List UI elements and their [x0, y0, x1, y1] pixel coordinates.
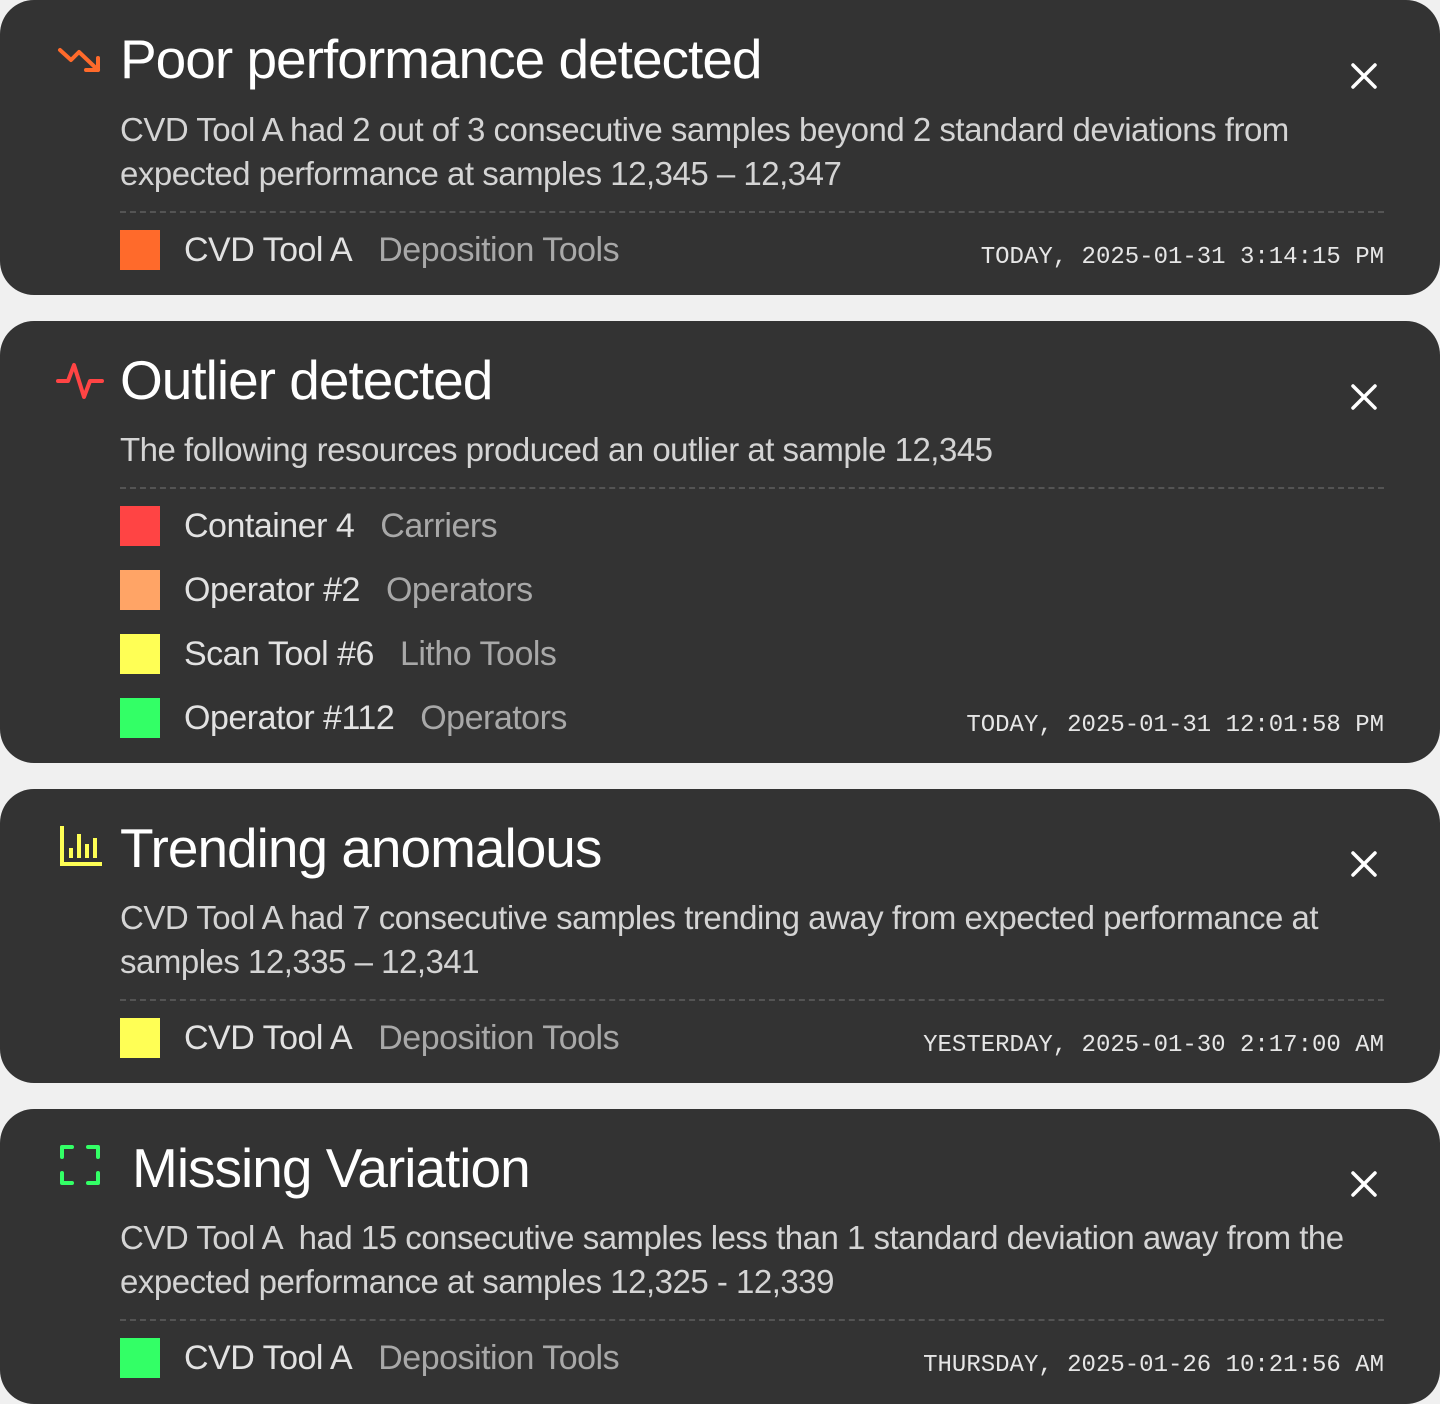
alert-card-trending-anomalous: Trending anomalous CVD Tool A had 7 cons…	[0, 789, 1440, 1083]
close-icon[interactable]	[1348, 60, 1380, 92]
resource-item: CVD Tool A Deposition Tools	[120, 1018, 620, 1058]
resource-color-swatch	[120, 230, 160, 270]
divider	[120, 487, 1384, 489]
resource-item: Scan Tool #6 Litho Tools	[120, 634, 557, 674]
resource-group: Litho Tools	[399, 634, 557, 673]
resource-color-swatch	[120, 698, 160, 738]
focus-frame-icon	[56, 1143, 104, 1187]
close-icon[interactable]	[1348, 381, 1380, 413]
resource-item: Operator #2 Operators	[120, 570, 533, 610]
resource-group: Operators	[420, 698, 567, 737]
activity-pulse-icon	[56, 359, 104, 403]
close-icon[interactable]	[1348, 1168, 1380, 1200]
alert-title: Missing Variation	[132, 1137, 531, 1199]
alert-title: Poor performance detected	[120, 28, 762, 90]
alert-card-outlier: Outlier detected The following resources…	[0, 321, 1440, 763]
resource-color-swatch	[120, 570, 160, 610]
divider	[120, 999, 1384, 1001]
alert-timestamp: TODAY, 2025-01-31 3:14:15 PM	[980, 244, 1384, 271]
resource-item: CVD Tool A Deposition Tools	[120, 230, 620, 270]
resource-name: CVD Tool A	[184, 230, 353, 269]
alert-timestamp: TODAY, 2025-01-31 12:01:58 PM	[966, 712, 1384, 739]
resource-name: CVD Tool A	[184, 1338, 353, 1377]
trending-down-icon	[56, 38, 104, 82]
resource-color-swatch	[120, 506, 160, 546]
resource-name: CVD Tool A	[184, 1018, 353, 1057]
alert-card-missing-variation: Missing Variation CVD Tool A had 15 cons…	[0, 1109, 1440, 1404]
alert-timestamp: THURSDAY, 2025-01-26 10:21:56 AM	[923, 1352, 1384, 1379]
alert-description: CVD Tool A had 2 out of 3 consecutive sa…	[120, 111, 1289, 192]
close-icon[interactable]	[1348, 848, 1380, 880]
alert-timestamp: YESTERDAY, 2025-01-30 2:17:00 AM	[923, 1032, 1384, 1059]
resource-color-swatch	[120, 634, 160, 674]
bar-chart-icon	[56, 825, 104, 869]
alert-description: CVD Tool A had 15 consecutive samples le…	[120, 1219, 1353, 1300]
alert-title: Outlier detected	[120, 349, 493, 411]
resource-name: Operator #112	[184, 698, 395, 737]
resource-name: Container 4	[184, 506, 355, 545]
resource-item: Operator #112 Operators	[120, 698, 567, 738]
resource-group: Deposition Tools	[378, 230, 620, 269]
resource-group: Deposition Tools	[378, 1338, 620, 1377]
divider	[120, 211, 1384, 213]
resource-color-swatch	[120, 1018, 160, 1058]
divider	[120, 1319, 1384, 1321]
resource-name: Scan Tool #6	[184, 634, 374, 673]
alert-description: The following resources produced an outl…	[120, 431, 993, 468]
resource-item: CVD Tool A Deposition Tools	[120, 1338, 620, 1378]
resource-group: Carriers	[380, 506, 498, 545]
resource-color-swatch	[120, 1338, 160, 1378]
resource-item: Container 4 Carriers	[120, 506, 498, 546]
alert-title: Trending anomalous	[120, 817, 602, 879]
alert-card-poor-performance: Poor performance detected CVD Tool A had…	[0, 0, 1440, 295]
resource-name: Operator #2	[184, 570, 360, 609]
alert-description: CVD Tool A had 7 consecutive samples tre…	[120, 899, 1319, 980]
resource-group: Deposition Tools	[378, 1018, 620, 1057]
resource-group: Operators	[385, 570, 533, 609]
